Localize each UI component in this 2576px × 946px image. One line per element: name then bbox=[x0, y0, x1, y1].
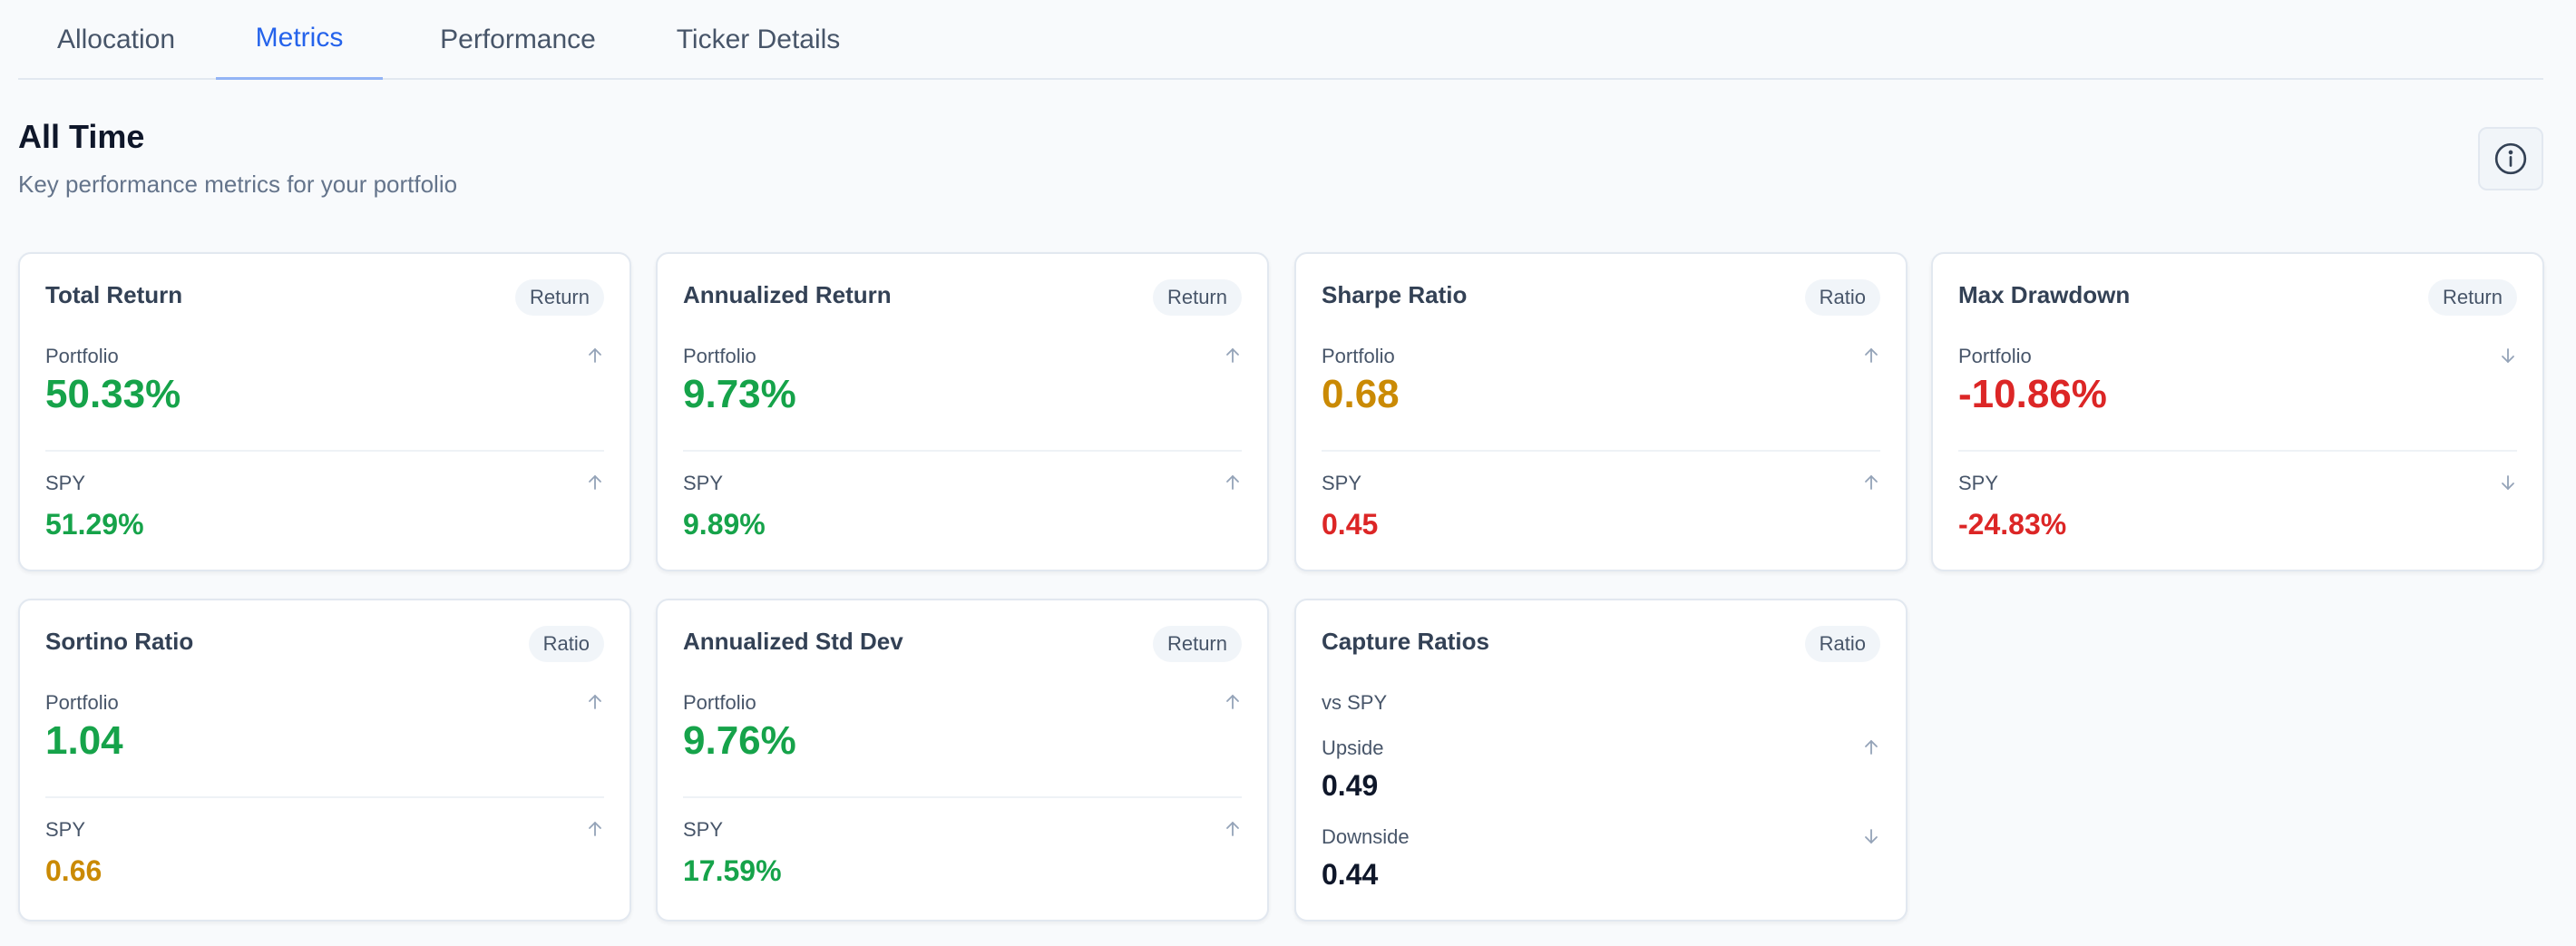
divider bbox=[683, 450, 1242, 452]
upside-value: 0.49 bbox=[1322, 769, 1379, 802]
arrow-down-icon bbox=[2502, 348, 2514, 364]
portfolio-value: 9.76% bbox=[683, 718, 796, 763]
category-badge: Return bbox=[2427, 279, 2517, 316]
upside-label: Upside bbox=[1322, 736, 1384, 759]
tab-bar: Allocation Metrics Performance Ticker De… bbox=[18, 0, 2543, 80]
category-badge: Ratio bbox=[1804, 279, 1880, 316]
card-title: Max Drawdown bbox=[1958, 281, 2131, 308]
card-title: Annualized Return bbox=[683, 281, 892, 308]
divider bbox=[1958, 450, 2517, 452]
spy-label: SPY bbox=[45, 472, 86, 494]
spy-label: SPY bbox=[45, 818, 86, 841]
portfolio-value: -10.86% bbox=[1958, 372, 2107, 416]
portfolio-label: Portfolio bbox=[683, 345, 756, 367]
benchmark-label: vs SPY bbox=[1322, 691, 1388, 714]
card-title: Sortino Ratio bbox=[45, 628, 194, 655]
category-badge: Return bbox=[1152, 279, 1242, 316]
category-badge: Ratio bbox=[528, 626, 604, 662]
category-badge: Return bbox=[1152, 626, 1242, 662]
arrow-down-icon bbox=[2502, 475, 2514, 491]
arrow-up-icon bbox=[1226, 474, 1239, 490]
arrow-up-icon bbox=[1865, 347, 1878, 363]
divider bbox=[683, 796, 1242, 798]
card-title: Sharpe Ratio bbox=[1322, 281, 1468, 308]
spy-label: SPY bbox=[1958, 472, 1999, 494]
portfolio-label: Portfolio bbox=[1322, 345, 1395, 367]
arrow-up-icon bbox=[589, 474, 601, 490]
metric-card: Sharpe Ratio Ratio Portfolio 0.68 SPY 0.45 bbox=[1294, 252, 1908, 571]
spy-label: SPY bbox=[683, 472, 724, 494]
category-badge: Return bbox=[514, 279, 604, 316]
arrow-up-icon bbox=[589, 821, 601, 836]
spy-label: SPY bbox=[683, 818, 724, 841]
spy-value: 51.29% bbox=[45, 508, 144, 541]
divider bbox=[45, 796, 604, 798]
arrow-up-icon bbox=[589, 694, 601, 709]
portfolio-value: 0.68 bbox=[1322, 372, 1400, 416]
metric-card: Total Return Return Portfolio 50.33% SPY 51.2… bbox=[18, 252, 631, 571]
downside-label: Downside bbox=[1322, 825, 1410, 848]
info-circle-icon bbox=[2494, 142, 2527, 175]
divider bbox=[45, 450, 604, 452]
spy-value: 0.66 bbox=[45, 854, 102, 887]
arrow-up-icon bbox=[1226, 347, 1239, 363]
spy-label: SPY bbox=[1322, 472, 1362, 494]
spy-value: -24.83% bbox=[1958, 508, 2067, 541]
tab-metrics[interactable]: Metrics bbox=[216, 0, 383, 80]
category-badge: Ratio bbox=[1804, 626, 1880, 662]
portfolio-value: 1.04 bbox=[45, 718, 123, 763]
portfolio-label: Portfolio bbox=[45, 345, 119, 367]
card-title: Capture Ratios bbox=[1322, 628, 1489, 655]
spy-value: 0.45 bbox=[1322, 508, 1379, 541]
tab-performance[interactable]: Performance bbox=[405, 0, 631, 80]
portfolio-label: Portfolio bbox=[683, 691, 756, 714]
portfolio-value: 9.73% bbox=[683, 372, 796, 416]
metric-card: Max Drawdown Return Portfolio -10.86% SPY -24… bbox=[1931, 252, 2544, 571]
metric-card: Sortino Ratio Ratio Portfolio 1.04 SPY 0.66 bbox=[18, 599, 631, 922]
arrow-up-icon bbox=[589, 347, 601, 363]
arrow-up-icon bbox=[1226, 821, 1239, 836]
metric-card: Annualized Return Return Portfolio 9.73% SPY… bbox=[656, 252, 1269, 571]
metric-card: Annualized Std Dev Return Portfolio 9.76% SP… bbox=[656, 599, 1269, 922]
arrow-down-icon bbox=[1865, 829, 1878, 844]
spy-value: 9.89% bbox=[683, 508, 766, 541]
card-title: Total Return bbox=[45, 281, 183, 308]
capture-ratios-card: Capture Ratios Ratio vs SPY Upside 0.49 … bbox=[1294, 599, 1908, 922]
portfolio-label: Portfolio bbox=[45, 691, 119, 714]
section-title: All Time bbox=[18, 118, 145, 155]
divider bbox=[1322, 450, 1880, 452]
downside-value: 0.44 bbox=[1322, 858, 1379, 891]
arrow-up-icon bbox=[1865, 739, 1878, 755]
info-button[interactable] bbox=[2478, 127, 2543, 190]
spy-value: 17.59% bbox=[683, 854, 782, 887]
tab-allocation[interactable]: Allocation bbox=[38, 0, 194, 80]
arrow-up-icon bbox=[1865, 474, 1878, 490]
arrow-up-icon bbox=[1226, 694, 1239, 709]
card-title: Annualized Std Dev bbox=[683, 628, 903, 655]
portfolio-label: Portfolio bbox=[1958, 345, 2032, 367]
portfolio-value: 50.33% bbox=[45, 372, 181, 416]
section-subtitle: Key performance metrics for your portfol… bbox=[18, 171, 458, 198]
tab-ticker-details[interactable]: Ticker Details bbox=[649, 0, 867, 80]
